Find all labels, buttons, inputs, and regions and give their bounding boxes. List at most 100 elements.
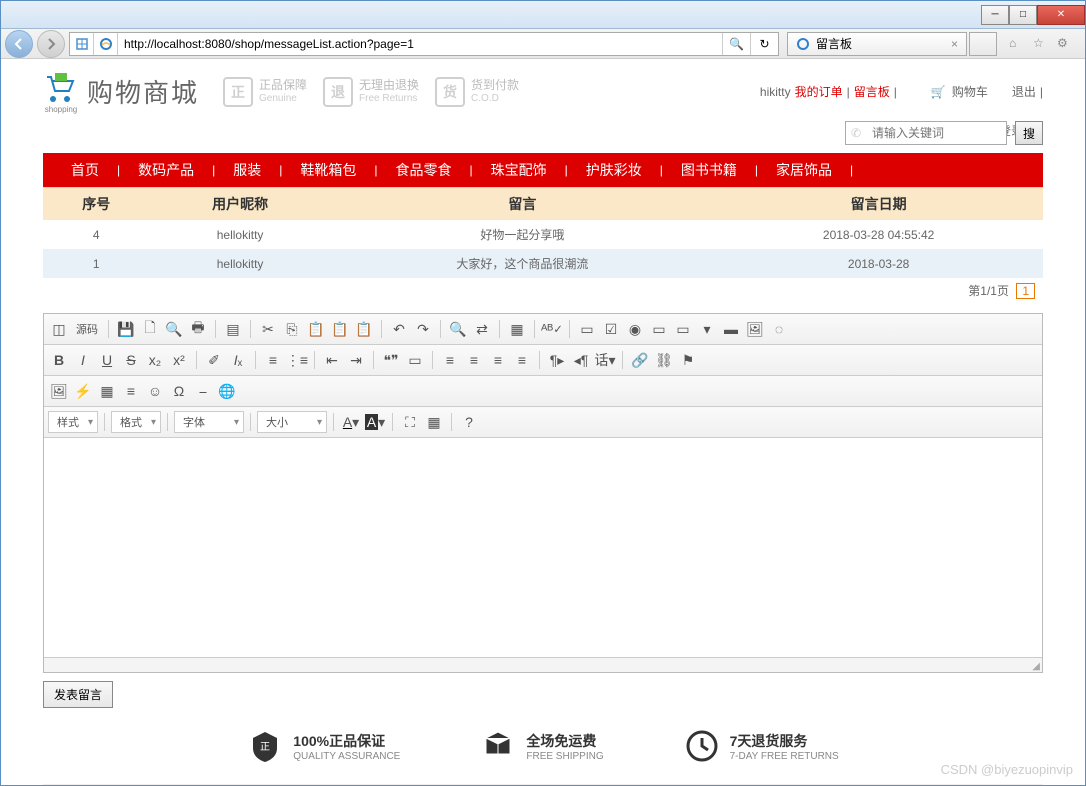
font-dropdown[interactable]: 字体 [174,411,244,433]
new-tab-button[interactable] [969,32,997,56]
back-button[interactable] [5,30,33,58]
nav-item[interactable]: 首页 [53,160,117,180]
nav-item[interactable]: 家居饰品 [758,160,850,180]
language-icon[interactable]: 话▾ [594,349,616,371]
selectall-icon[interactable]: ▦ [506,318,528,340]
welcome-user[interactable]: hikitty [760,85,791,99]
tools-icon[interactable]: ⚙ [1057,36,1073,52]
template-icon[interactable]: ▤ [222,318,244,340]
align-justify-icon[interactable]: ≡ [511,349,533,371]
button-icon[interactable]: ▬ [720,318,742,340]
form-icon[interactable]: ▭ [576,318,598,340]
close-button[interactable]: ✕ [1037,5,1085,25]
copy-icon[interactable]: ⎘ [281,318,303,340]
refresh-button[interactable]: ↻ [750,33,778,55]
newpage-icon[interactable]: 🗋 [139,318,161,340]
forward-button[interactable] [37,30,65,58]
tab-close-icon[interactable]: × [951,37,958,51]
align-left-icon[interactable]: ≡ [439,349,461,371]
flash-icon[interactable]: ⚡ [72,380,94,402]
ltr-icon[interactable]: ¶▸ [546,349,568,371]
numlist-icon[interactable]: ≡ [262,349,284,371]
pagebreak-icon[interactable]: ⎯ [192,380,214,402]
outdent-icon[interactable]: ⇤ [321,349,343,371]
bold-icon[interactable]: B [48,349,70,371]
search-button[interactable]: 搜 [1015,121,1043,145]
maximize-icon[interactable]: ⛶ [399,411,421,433]
minimize-button[interactable]: ─ [981,5,1009,25]
find-icon[interactable]: 🔍 [447,318,469,340]
spellcheck-icon[interactable]: ᴬᴮ✓ [541,318,563,340]
source-icon[interactable]: ◫ [48,318,70,340]
search-input[interactable] [866,122,1006,144]
message-board-link[interactable]: 留言板 [854,83,890,100]
textfield-icon[interactable]: ▭ [648,318,670,340]
blockquote-icon[interactable]: ❝❞ [380,349,402,371]
nav-item[interactable]: 珠宝配饰 [473,160,565,180]
editor-textarea[interactable] [44,438,1042,658]
radio-icon[interactable]: ◉ [624,318,646,340]
cut-icon[interactable]: ✂ [257,318,279,340]
address-input[interactable] [118,37,722,51]
bgcolor-icon[interactable]: A▾ [364,411,386,433]
align-right-icon[interactable]: ≡ [487,349,509,371]
bullist-icon[interactable]: ⋮≡ [286,349,308,371]
specialchar-icon[interactable]: Ω [168,380,190,402]
italic-icon[interactable]: I [72,349,94,371]
nav-item[interactable]: 护肤彩妆 [568,160,660,180]
source-label[interactable]: 源码 [72,321,102,337]
nav-item[interactable]: 服装 [215,160,279,180]
imagebutton-icon[interactable]: 🖼 [744,318,766,340]
textarea-icon[interactable]: ▭ [672,318,694,340]
superscript-icon[interactable]: x² [168,349,190,371]
page-number[interactable]: 1 [1016,283,1035,299]
style-dropdown[interactable]: 样式 [48,411,98,433]
undo-icon[interactable]: ↶ [388,318,410,340]
subscript-icon[interactable]: x₂ [144,349,166,371]
table-icon[interactable]: ▦ [96,380,118,402]
browser-tab[interactable]: 留言板 × [787,32,967,56]
hidden-icon[interactable]: ◌ [768,318,790,340]
checkbox-icon[interactable]: ☑ [600,318,622,340]
div-icon[interactable]: ▭ [404,349,426,371]
anchor-icon[interactable]: ⚑ [677,349,699,371]
home-icon[interactable]: ⌂ [1009,36,1025,52]
paste-word-icon[interactable]: 📋 [353,318,375,340]
link-icon[interactable]: 🔗 [629,349,651,371]
redo-icon[interactable]: ↷ [412,318,434,340]
cart-icon[interactable]: 🛒 [931,85,946,99]
showblocks-icon[interactable]: ▦ [423,411,445,433]
cart-link[interactable]: 购物车 [952,83,988,100]
iframe-icon[interactable]: 🌐 [216,380,238,402]
paste-text-icon[interactable]: 📋 [329,318,351,340]
select-icon[interactable]: ▾ [696,318,718,340]
favorites-icon[interactable]: ☆ [1033,36,1049,52]
print-icon[interactable]: 🖶 [187,318,209,340]
rtl-icon[interactable]: ◂¶ [570,349,592,371]
format-dropdown[interactable]: 格式 [111,411,161,433]
site-logo[interactable]: shopping 购物商城 [43,69,199,114]
smiley-icon[interactable]: ☺ [144,380,166,402]
nav-item[interactable]: 食品零食 [378,160,470,180]
image-icon[interactable]: 🖼 [48,380,70,402]
nav-item[interactable]: 数码产品 [120,160,212,180]
indent-icon[interactable]: ⇥ [345,349,367,371]
about-icon[interactable]: ? [458,411,480,433]
logout-link[interactable]: 退出 [1012,83,1036,100]
clearformat-icon[interactable]: Iₓ [227,349,249,371]
paste-icon[interactable]: 📋 [305,318,327,340]
textcolor-icon[interactable]: A▾ [340,411,362,433]
nav-item[interactable]: 图书书籍 [663,160,755,180]
editor-resize-handle[interactable] [44,658,1042,672]
replace-icon[interactable]: ⇄ [471,318,493,340]
size-dropdown[interactable]: 大小 [257,411,327,433]
align-center-icon[interactable]: ≡ [463,349,485,371]
removeformat-icon[interactable]: ✐ [203,349,225,371]
unlink-icon[interactable]: ⛓ [653,349,675,371]
submit-message-button[interactable]: 发表留言 [43,681,113,708]
maximize-button[interactable]: □ [1009,5,1037,25]
preview-icon[interactable]: 🔍 [163,318,185,340]
compat-icon[interactable] [70,33,94,55]
search-dropdown-icon[interactable]: 🔍 [722,33,750,55]
hr-icon[interactable]: ≡ [120,380,142,402]
